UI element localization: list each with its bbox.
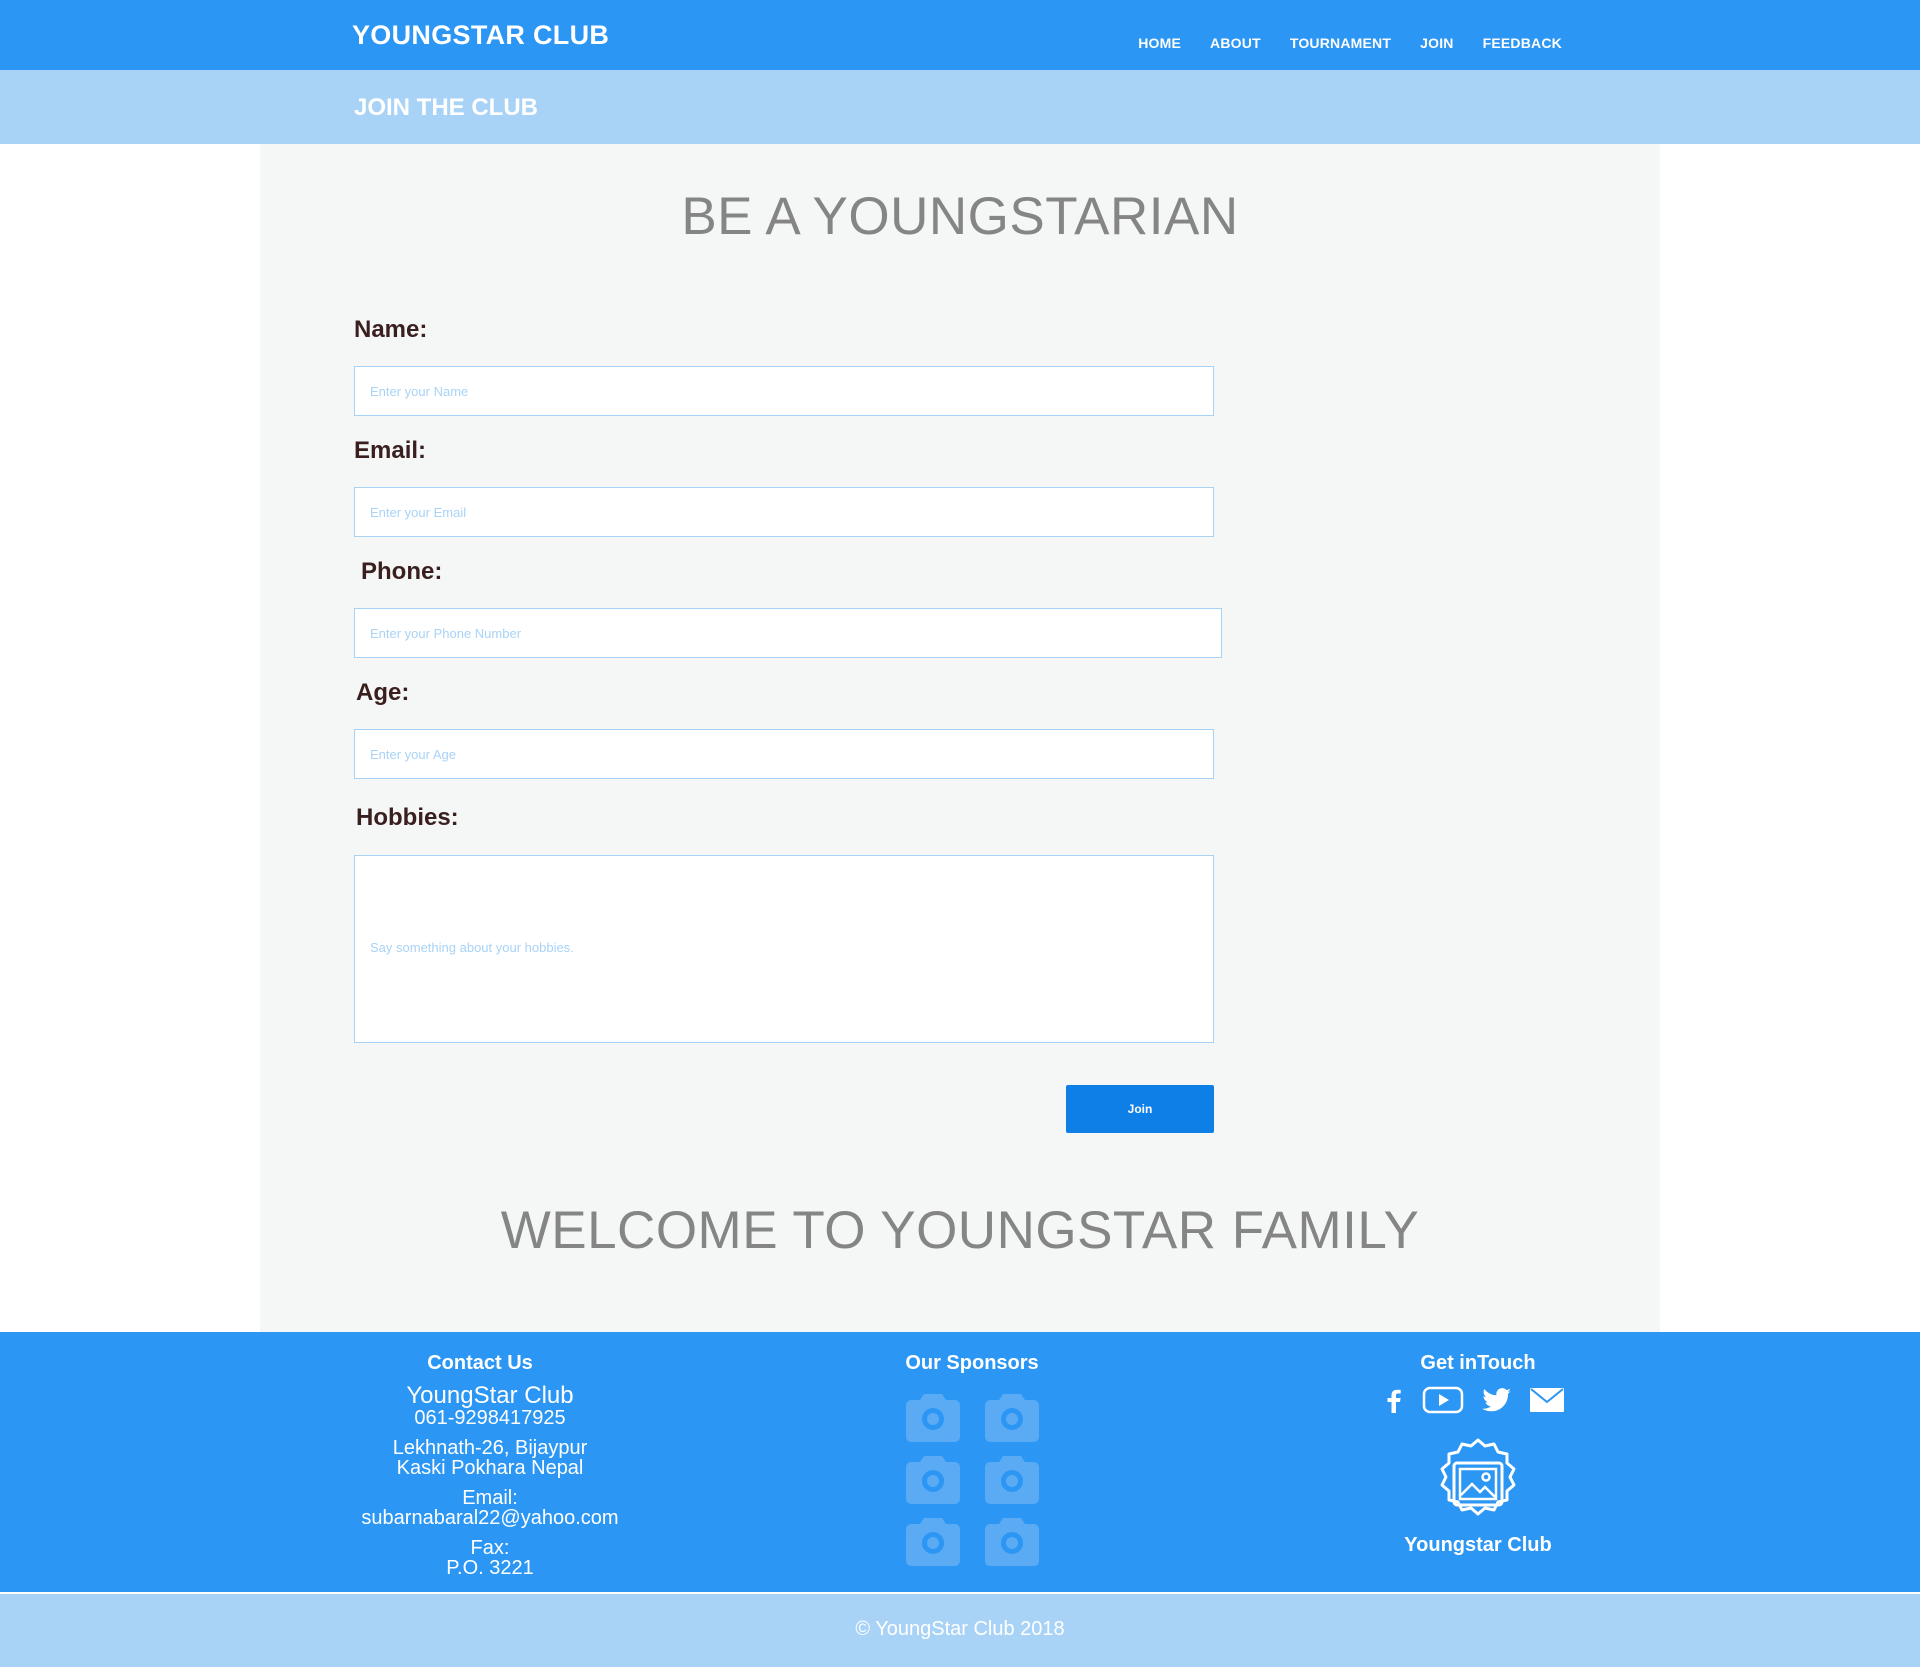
contact-email[interactable]: subarnabaral22@yahoo.com <box>340 1508 640 1528</box>
contact-club-name: YoungStar Club <box>406 1382 574 1409</box>
get-in-touch-title: Get inTouch <box>1420 1352 1536 1374</box>
contact-email-label: Email: <box>462 1487 518 1509</box>
welcome-heading: WELCOME TO YOUNGSTAR FAMILY <box>500 1201 1420 1260</box>
social-links <box>1384 1386 1564 1419</box>
nav-home[interactable]: HOME <box>1138 35 1181 51</box>
page-title-bar: JOIN THE CLUB <box>0 70 1920 144</box>
email-input[interactable] <box>354 487 1214 537</box>
twitter-icon[interactable] <box>1482 1388 1512 1417</box>
club-badge-icon <box>1430 1437 1526 1533</box>
page-title: JOIN THE CLUB <box>354 94 539 121</box>
hobbies-textarea[interactable] <box>354 855 1214 1043</box>
contact-address-line1: Lekhnath-26, Bijaypur <box>392 1437 588 1459</box>
phone-label: Phone: <box>361 558 443 585</box>
badge-label: Youngstar Club <box>1404 1534 1552 1556</box>
main-nav: HOME ABOUT TOURNAMENT JOIN FEEDBACK <box>1138 35 1562 51</box>
join-button[interactable]: Join <box>1066 1085 1214 1133</box>
sponsors-title: Our Sponsors <box>905 1352 1039 1374</box>
phone-input[interactable] <box>354 608 1222 658</box>
contact-phone: 061-9298417925 <box>414 1407 566 1429</box>
sponsors-grid <box>906 1388 1039 1566</box>
copyright-bar: © YoungStar Club 2018 <box>0 1592 1920 1667</box>
form-heading: BE A YOUNGSTARIAN <box>681 187 1239 246</box>
footer: Contact Us YoungStar Club 061-9298417925… <box>0 1332 1920 1592</box>
camera-icon <box>985 1512 1039 1566</box>
youtube-icon[interactable] <box>1422 1386 1464 1419</box>
age-label: Age: <box>356 679 410 706</box>
mail-icon[interactable] <box>1530 1388 1564 1417</box>
top-navbar: YOUNGSTAR CLUB HOME ABOUT TOURNAMENT JOI… <box>0 0 1920 70</box>
age-input[interactable] <box>354 729 1214 779</box>
camera-icon <box>985 1388 1039 1442</box>
camera-icon <box>906 1450 960 1504</box>
contact-address-line2: Kaski Pokhara Nepal <box>396 1457 584 1479</box>
nav-tournament[interactable]: TOURNAMENT <box>1290 35 1391 51</box>
brand-logo-text[interactable]: YOUNGSTAR CLUB <box>352 20 609 51</box>
camera-icon <box>906 1388 960 1442</box>
nav-join[interactable]: JOIN <box>1420 35 1453 51</box>
nav-feedback[interactable]: FEEDBACK <box>1483 35 1562 51</box>
name-label: Name: <box>354 316 428 343</box>
nav-about[interactable]: ABOUT <box>1210 35 1261 51</box>
contact-fax: P.O. 3221 <box>446 1557 534 1579</box>
copyright-text: © YoungStar Club 2018 <box>855 1618 1065 1640</box>
email-label: Email: <box>354 437 427 464</box>
facebook-icon[interactable] <box>1384 1387 1404 1418</box>
camera-icon <box>985 1450 1039 1504</box>
contact-fax-label: Fax: <box>470 1537 510 1559</box>
camera-icon <box>906 1512 960 1566</box>
contact-title: Contact Us <box>427 1352 533 1374</box>
name-input[interactable] <box>354 366 1214 416</box>
hobbies-label: Hobbies: <box>356 804 459 831</box>
